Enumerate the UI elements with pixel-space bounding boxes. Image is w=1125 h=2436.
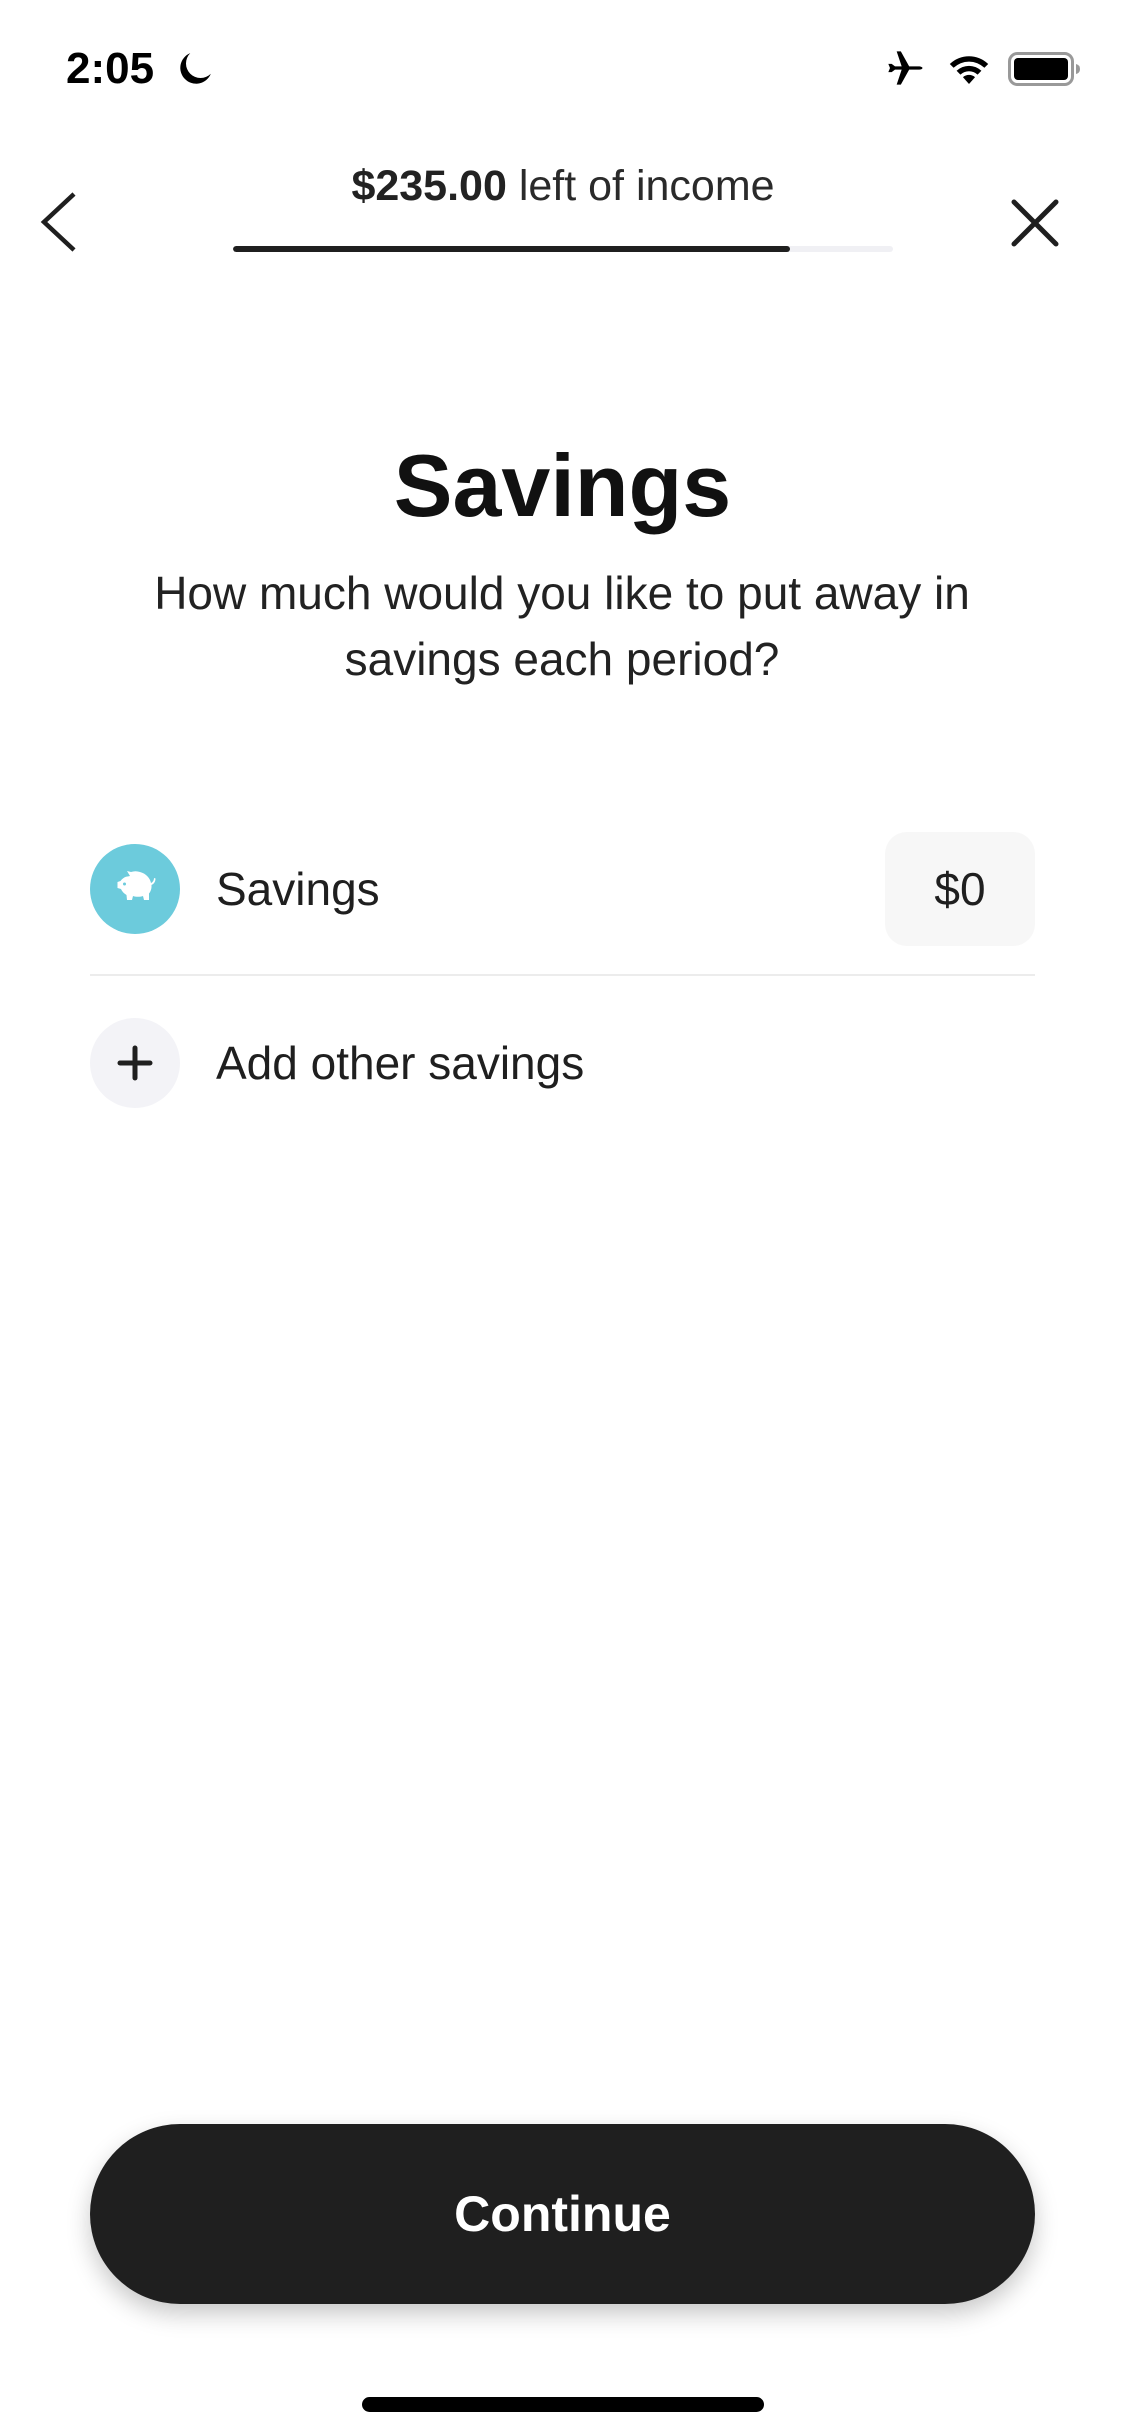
savings-icon-badge [90, 844, 180, 934]
add-icon-badge [90, 1018, 180, 1108]
chevron-left-icon [40, 192, 76, 252]
plus-icon [117, 1045, 153, 1081]
savings-label: Savings [216, 863, 380, 915]
airplane-mode-icon [888, 51, 923, 85]
wifi-icon [949, 56, 989, 84]
income-remaining-label: left of income [506, 162, 775, 210]
divider [90, 974, 1035, 976]
battery-icon [1008, 52, 1080, 86]
income-progress-fill [233, 246, 791, 252]
close-button[interactable] [1000, 190, 1070, 256]
piggy-bank-icon [117, 871, 156, 900]
page-title: Savings [393, 436, 732, 535]
income-remaining: $235.00 left of income [233, 160, 893, 212]
income-progress-bar [233, 246, 893, 252]
income-remaining-amount: $235.00 [351, 162, 507, 210]
close-icon [1011, 199, 1059, 247]
page-subtitle: How much would you like to put away in s… [154, 567, 970, 685]
moon-icon [180, 53, 211, 84]
list-item-savings: Savings $0 [90, 832, 1035, 946]
add-other-savings-button[interactable]: Add other savings [90, 1018, 1035, 1108]
continue-button[interactable]: Continue [90, 2124, 1035, 2304]
add-other-savings-label: Add other savings [216, 1037, 585, 1089]
status-time: 2:05 [66, 44, 155, 93]
savings-amount-input[interactable]: $0 [885, 832, 1035, 946]
back-button[interactable] [30, 180, 90, 264]
home-indicator[interactable] [362, 2397, 764, 2412]
